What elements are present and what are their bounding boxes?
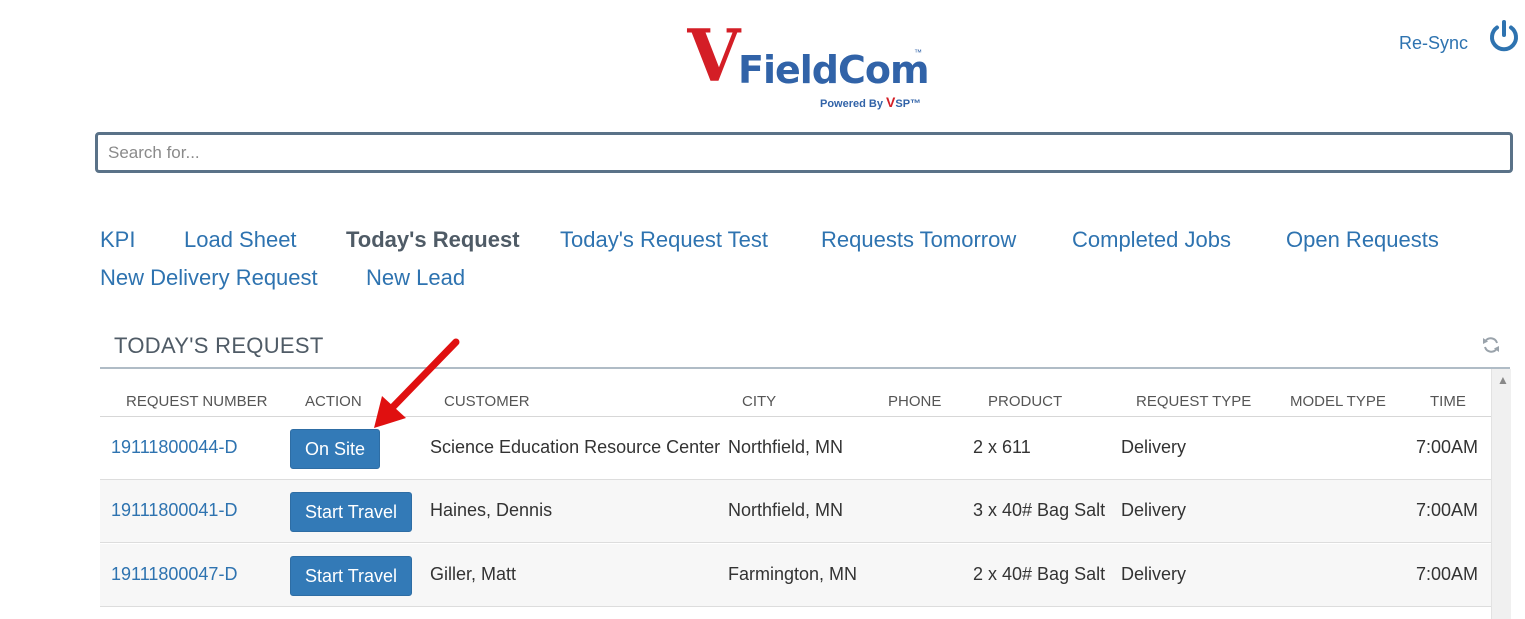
city-cell: Northfield, MN — [728, 500, 844, 520]
nav-todays-request-test[interactable]: Today's Request Test — [560, 227, 768, 253]
table-row: 19111800044-D On Site Science Education … — [100, 417, 1491, 480]
nav-open-requests[interactable]: Open Requests — [1286, 227, 1439, 253]
nav-new-lead[interactable]: New Lead — [366, 265, 465, 291]
on-site-button[interactable]: On Site — [290, 429, 381, 469]
col-request-number[interactable]: REQUEST NUMBER — [126, 393, 267, 410]
table-scrollbar[interactable]: ▲ — [1491, 369, 1511, 619]
time-cell: 7:00AM — [1416, 500, 1479, 520]
logo-name: FieldCom — [738, 48, 930, 92]
customer-cell: Science Education Resource Center — [430, 437, 721, 457]
col-city[interactable]: CITY — [742, 393, 776, 410]
vfieldcom-logo: V FieldCom ™ Powered By VSP™ — [686, 13, 930, 112]
request-number-link[interactable]: 19111800047-D — [111, 564, 237, 585]
resync-link[interactable]: Re-Sync — [1399, 33, 1468, 54]
city-cell: Northfield, MN — [728, 437, 844, 457]
refresh-icon[interactable] — [1481, 335, 1501, 355]
nav-kpi[interactable]: KPI — [100, 227, 135, 253]
request-type-cell: Delivery — [1121, 564, 1187, 584]
col-action[interactable]: ACTION — [305, 393, 362, 410]
powered-prefix: Powered By — [820, 98, 887, 110]
requests-table: REQUEST NUMBER ACTION CUSTOMER CITY PHON… — [100, 369, 1491, 619]
product-cell: 2 x 611 — [973, 437, 1031, 457]
powered-suffix: SP™ — [895, 98, 922, 110]
logo-powered-by: Powered By VSP™ — [820, 94, 921, 110]
start-travel-button[interactable]: Start Travel — [290, 492, 413, 532]
col-time[interactable]: TIME — [1430, 393, 1466, 410]
powered-v: V — [886, 94, 896, 110]
request-type-cell: Delivery — [1121, 500, 1187, 520]
city-cell: Farmington, MN — [728, 564, 858, 584]
table-row: 19111800041-D Start Travel Haines, Denni… — [100, 480, 1491, 543]
customer-cell: Giller, Matt — [430, 564, 517, 584]
time-cell: 7:00AM — [1416, 564, 1479, 584]
request-number-link[interactable]: 19111800044-D — [111, 437, 237, 458]
logo-trademark: ™ — [914, 48, 922, 57]
col-phone[interactable]: PHONE — [888, 393, 941, 410]
logo-letter: V — [687, 13, 741, 98]
nav-load-sheet[interactable]: Load Sheet — [184, 227, 297, 253]
nav-completed-jobs[interactable]: Completed Jobs — [1072, 227, 1231, 253]
product-cell: 2 x 40# Bag Salt — [973, 564, 1106, 584]
customer-cell: Haines, Dennis — [430, 500, 553, 520]
scroll-up-icon[interactable]: ▲ — [1497, 373, 1509, 387]
nav-todays-request[interactable]: Today's Request — [346, 227, 520, 253]
search-input[interactable] — [95, 132, 1513, 173]
col-request-type[interactable]: REQUEST TYPE — [1136, 393, 1251, 410]
request-number-link[interactable]: 19111800041-D — [111, 500, 237, 521]
section-title: TODAY'S REQUEST — [114, 333, 324, 358]
nav-new-delivery-request[interactable]: New Delivery Request — [100, 265, 318, 291]
nav-requests-tomorrow[interactable]: Requests Tomorrow — [821, 227, 1016, 253]
table-row: 19111800047-D Start Travel Giller, Matt … — [100, 544, 1491, 607]
col-customer[interactable]: CUSTOMER — [444, 393, 530, 410]
time-cell: 7:00AM — [1416, 437, 1479, 457]
col-product[interactable]: PRODUCT — [988, 393, 1062, 410]
request-type-cell: Delivery — [1121, 437, 1187, 457]
product-cell: 3 x 40# Bag Salt — [973, 500, 1106, 520]
start-travel-button[interactable]: Start Travel — [290, 556, 413, 596]
power-icon[interactable] — [1487, 19, 1521, 53]
col-model-type[interactable]: MODEL TYPE — [1290, 393, 1386, 410]
